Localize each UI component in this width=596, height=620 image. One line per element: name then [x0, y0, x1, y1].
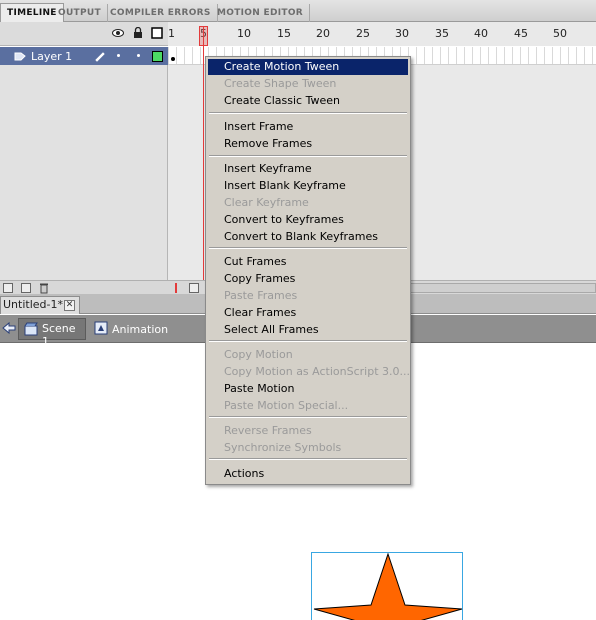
layer-name[interactable]: Layer 1 — [31, 50, 72, 63]
menu-item-clear-frames[interactable]: Clear Frames — [208, 305, 408, 321]
layer-icon — [14, 52, 26, 61]
menu-item-convert-to-blank-keyframes[interactable]: Convert to Blank Keyframes — [208, 229, 408, 245]
ruler-number: 20 — [316, 27, 330, 40]
menu-item-copy-motion: Copy Motion — [224, 348, 293, 361]
scene-icon — [24, 322, 38, 336]
menu-separator — [209, 247, 407, 249]
ruler-number: 1 — [168, 27, 175, 40]
new-folder-icon[interactable] — [21, 283, 31, 293]
star-shape[interactable] — [312, 553, 464, 620]
playhead[interactable] — [203, 27, 204, 292]
menu-separator — [209, 416, 407, 418]
ruler-number: 35 — [435, 27, 449, 40]
close-icon[interactable]: ✕ — [64, 300, 75, 311]
scene-crumb[interactable]: Scene 1 — [18, 318, 86, 348]
menu-item-select-all-frames[interactable]: Select All Frames — [208, 322, 408, 338]
menu-item-actions[interactable]: Actions — [208, 466, 408, 482]
menu-item-paste-frames: Paste Frames — [224, 289, 298, 302]
movieclip-icon — [94, 321, 108, 335]
context-menu: Create Motion Tween Create Shape Tween C… — [205, 56, 411, 485]
ruler-number: 50 — [553, 27, 567, 40]
pencil-icon[interactable] — [94, 50, 106, 62]
menu-item-copy-motion-as-actionscript: Copy Motion as ActionScript 3.0... — [224, 365, 410, 378]
menu-separator — [209, 112, 407, 114]
menu-item-cut-frames[interactable]: Cut Frames — [208, 254, 408, 270]
frame-ruler[interactable]: 1 5 10 15 20 25 30 35 40 45 50 — [168, 22, 596, 46]
document-tab-label: Untitled-1* — [3, 298, 63, 311]
menu-item-create-motion-tween[interactable]: Create Motion Tween — [208, 59, 408, 75]
menu-item-insert-frame[interactable]: Insert Frame — [208, 119, 408, 135]
timeline-horizontal-scrollbar[interactable] — [410, 283, 596, 293]
tab-compiler-errors[interactable]: COMPILER ERRORS — [104, 4, 218, 22]
timeline-header: 1 5 10 15 20 25 30 35 40 45 50 — [0, 22, 596, 46]
outline-color-swatch[interactable] — [152, 51, 163, 62]
menu-item-clear-keyframe: Clear Keyframe — [224, 196, 309, 209]
lock-dot[interactable] — [137, 54, 140, 57]
menu-item-insert-blank-keyframe[interactable]: Insert Blank Keyframe — [208, 178, 408, 194]
new-layer-icon[interactable] — [3, 283, 13, 293]
visibility-dot[interactable] — [117, 54, 120, 57]
menu-separator — [209, 458, 407, 460]
menu-item-create-shape-tween: Create Shape Tween — [224, 77, 337, 90]
menu-item-copy-frames[interactable]: Copy Frames — [208, 271, 408, 287]
tab-motion-editor[interactable]: MOTION EDITOR — [211, 4, 310, 22]
ruler-number: 15 — [277, 27, 291, 40]
ruler-number: 25 — [356, 27, 370, 40]
onion-skin-icon[interactable] — [189, 283, 199, 293]
menu-item-paste-motion-special: Paste Motion Special... — [224, 399, 349, 412]
menu-item-synchronize-symbols: Synchronize Symbols — [224, 441, 342, 454]
menu-separator — [209, 340, 407, 342]
center-frame-icon[interactable] — [175, 283, 177, 293]
ruler-number: 45 — [514, 27, 528, 40]
menu-item-paste-motion[interactable]: Paste Motion — [208, 381, 408, 397]
ruler-number: 40 — [474, 27, 488, 40]
menu-item-convert-to-keyframes[interactable]: Convert to Keyframes — [208, 212, 408, 228]
menu-separator — [209, 155, 407, 157]
lock-icon[interactable] — [132, 27, 144, 39]
menu-item-remove-frames[interactable]: Remove Frames — [208, 136, 408, 152]
menu-item-create-classic-tween[interactable]: Create Classic Tween — [208, 93, 408, 109]
symbol-crumb[interactable]: Animation — [112, 321, 168, 339]
ruler-number: 30 — [395, 27, 409, 40]
panel-tab-bar: TIMELINE OUTPUT COMPILER ERRORS MOTION E… — [0, 0, 596, 23]
ruler-number: 10 — [237, 27, 251, 40]
keyframe-dot[interactable] — [171, 57, 175, 61]
document-tab[interactable]: Untitled-1* ✕ — [0, 296, 80, 314]
layer-list-area — [0, 65, 168, 280]
menu-item-insert-keyframe[interactable]: Insert Keyframe — [208, 161, 408, 177]
layer-row-layer-1[interactable]: Layer 1 — [0, 47, 168, 65]
selection-bounding-box[interactable] — [311, 552, 463, 620]
menu-item-reverse-frames: Reverse Frames — [224, 424, 312, 437]
eye-icon[interactable] — [112, 27, 124, 39]
trash-icon[interactable] — [39, 282, 49, 294]
back-arrow-icon[interactable] — [2, 321, 16, 335]
tab-output[interactable]: OUTPUT — [52, 4, 108, 22]
outline-icon[interactable] — [151, 27, 163, 39]
